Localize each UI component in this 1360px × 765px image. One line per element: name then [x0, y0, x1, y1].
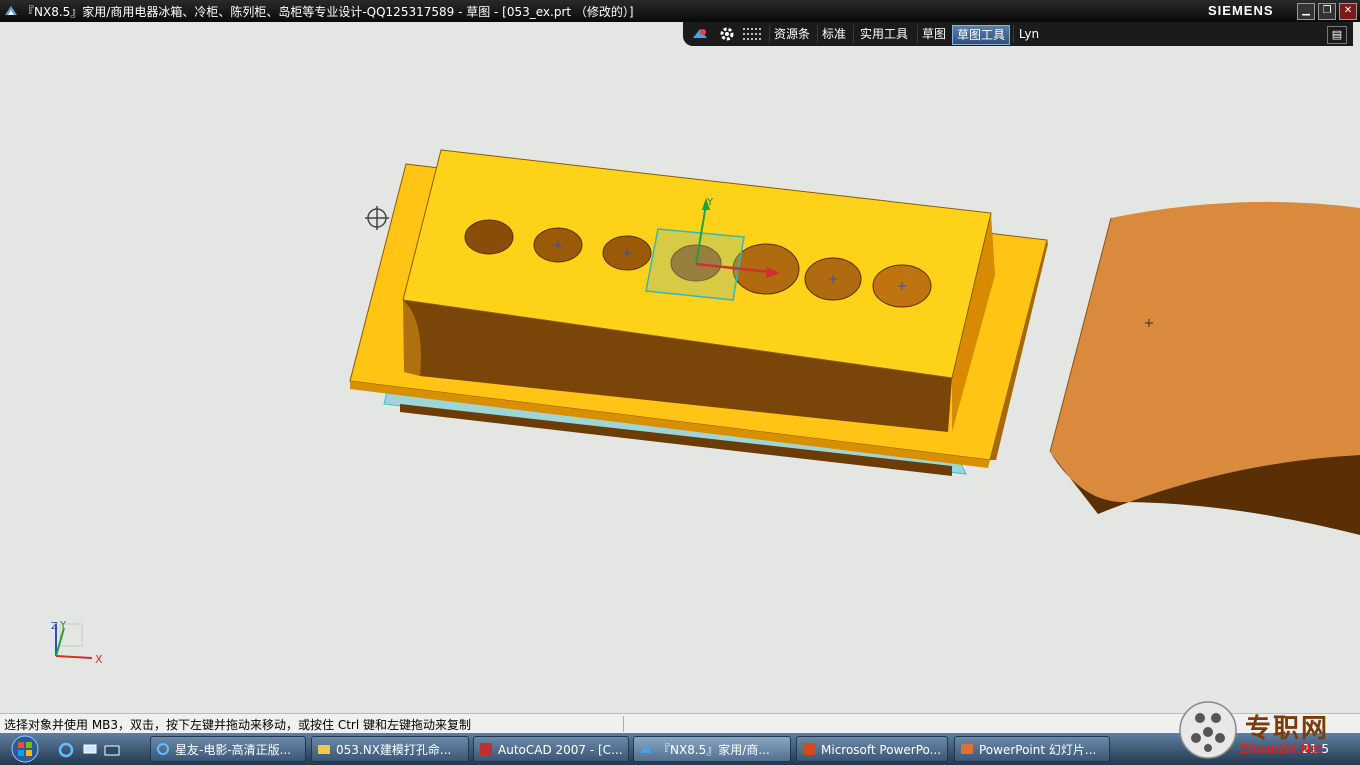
snap-icon[interactable] [691, 26, 709, 42]
watermark-text: 专职网 [1245, 714, 1330, 744]
triad-y-label: Y [706, 197, 714, 208]
task-label: AutoCAD 2007 - [C... [498, 743, 623, 757]
title-bar: 『NX8.5』家用/商用电器冰箱、冷柜、陈列柜、岛柜等专业设计-QQ125317… [0, 0, 1360, 22]
task-autocad[interactable]: AutoCAD 2007 - [C... [473, 736, 629, 762]
start-button-icon[interactable] [6, 734, 44, 764]
siemens-brand: SIEMENS [1208, 3, 1274, 18]
wcs-x-label: X [95, 653, 103, 666]
desktop-quicklaunch-icon[interactable] [104, 742, 120, 758]
task-browser[interactable]: 星友-电影-高清正版... [150, 736, 306, 762]
task-folder[interactable]: 053.NX建模打孔命... [311, 736, 469, 762]
windows-taskbar: 星友-电影-高清正版... 053.NX建模打孔命... AutoCAD 200… [0, 733, 1360, 765]
wcs-y-label: Y [59, 620, 67, 631]
status-prompt: 选择对象并使用 MB3，双击，按下左键并拖动来移动，或按住 Ctrl 键和左键拖… [4, 718, 472, 732]
toolbar-lyn[interactable]: Lyn [1013, 25, 1044, 43]
nx-app-icon[interactable] [3, 3, 19, 19]
command-toolbar: 资源条 标准 实用工具 草图 草图工具 Lyn ▤ [683, 22, 1353, 46]
task-label: 星友-电影-高清正版... [175, 743, 292, 757]
powerpoint-icon [803, 743, 815, 755]
toolbar-sketch-tools[interactable]: 草图工具 [952, 25, 1010, 45]
status-bar: 选择对象并使用 MB3，双击，按下左键并拖动来移动，或按住 Ctrl 键和左键拖… [0, 713, 1360, 734]
autocad-icon [480, 743, 492, 755]
wcs-z-label: Z [51, 621, 58, 632]
hole-1[interactable] [464, 219, 514, 255]
toolbar-utilities[interactable]: 实用工具 [853, 25, 914, 43]
task-label: Microsoft PowerPo... [821, 743, 942, 757]
computer-quicklaunch-icon[interactable] [82, 742, 98, 758]
status-divider [623, 716, 624, 732]
move-cursor-icon [365, 206, 389, 230]
ie-icon [157, 743, 169, 755]
close-button[interactable]: ✕ [1339, 3, 1357, 20]
task-nx[interactable]: 『NX8.5』家用/商... [633, 736, 791, 762]
graphics-viewport[interactable]: Y X Z Y [0, 46, 1360, 713]
slideshow-icon [961, 744, 973, 754]
grid-icon[interactable] [742, 26, 762, 42]
nx-icon [640, 744, 652, 753]
toolbar-resource-bar[interactable]: 资源条 [769, 25, 814, 43]
window-title: 『NX8.5』家用/商用电器冰箱、冷柜、陈列柜、岛柜等专业设计-QQ125317… [22, 5, 634, 19]
task-slideshow[interactable]: PowerPoint 幻灯片... [954, 736, 1110, 762]
sketch-plane-highlight[interactable] [645, 228, 745, 301]
task-label: 053.NX建模打孔命... [336, 743, 452, 757]
toolbar-sketch[interactable]: 草图 [917, 25, 950, 43]
model-scene[interactable]: Y X Z Y [0, 46, 1360, 713]
ie-quicklaunch-icon[interactable] [58, 742, 74, 758]
restore-button[interactable]: ❐ [1318, 3, 1336, 20]
task-label: 『NX8.5』家用/商... [658, 743, 770, 757]
gear-icon[interactable] [719, 26, 735, 42]
toolbar-options-icon[interactable]: ▤ [1327, 26, 1347, 44]
task-label: PowerPoint 幻灯片... [979, 743, 1097, 757]
minimize-button[interactable]: ▁ [1297, 3, 1315, 20]
folder-icon [318, 745, 330, 754]
task-powerpoint[interactable]: Microsoft PowerPo... [796, 736, 948, 762]
toolbar-standard[interactable]: 标准 [817, 25, 850, 43]
watermark-url: Zhuanzhi.Net [1240, 741, 1322, 756]
